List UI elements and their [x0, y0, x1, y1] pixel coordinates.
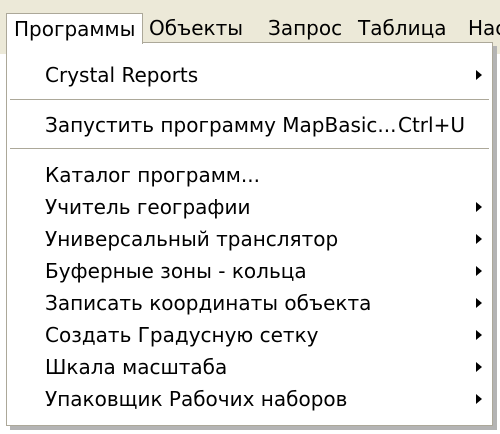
programs-dropdown-menu: Crystal Reports Запустить программу MapB…: [6, 42, 493, 426]
menubar-query-label: Запрос: [268, 16, 343, 40]
menubar-objects-label: Объекты: [149, 16, 244, 40]
menu-separator: [10, 148, 489, 149]
dropdown-shadow-right: [493, 46, 497, 430]
menubar-programs[interactable]: Программы: [6, 13, 144, 44]
menu-item-label: Упаковщик Рабочих наборов: [45, 387, 348, 411]
submenu-arrow-icon: [476, 330, 482, 340]
menu-item-buffer-zones-rings[interactable]: Буферные зоны - кольца: [7, 256, 492, 287]
menubar-table-label: Таблица: [358, 16, 447, 40]
submenu-arrow-icon: [476, 70, 482, 80]
menu-item-universal-translator[interactable]: Универсальный транслятор: [7, 224, 492, 255]
menu-item-label: Создать Градусную сетку: [45, 323, 319, 347]
menubar-settings-label: Нас: [468, 16, 500, 40]
submenu-arrow-icon: [476, 202, 482, 212]
menu-item-label: Универсальный транслятор: [45, 227, 339, 251]
menu-item-geography-teacher[interactable]: Учитель географии: [7, 192, 492, 223]
menu-item-workspace-packer[interactable]: Упаковщик Рабочих наборов: [7, 384, 492, 415]
submenu-arrow-icon: [476, 362, 482, 372]
menu-item-run-mapbasic[interactable]: Запустить программу MapBasic... Ctrl+U: [7, 110, 492, 141]
menubar-query[interactable]: Запрос: [261, 13, 349, 44]
dropdown-shadow-bottom: [10, 426, 497, 430]
menu-item-shortcut: Ctrl+U: [398, 113, 465, 137]
menu-item-label: Учитель географии: [45, 195, 251, 219]
menu-item-label: Буферные зоны - кольца: [45, 259, 307, 283]
menu-item-program-catalog[interactable]: Каталог программ...: [7, 160, 492, 191]
menu-item-label: Шкала масштаба: [45, 355, 228, 379]
menubar-table[interactable]: Таблица: [351, 13, 453, 44]
menu-item-crystal-reports[interactable]: Crystal Reports: [7, 60, 492, 91]
menu-item-create-degree-grid[interactable]: Создать Градусную сетку: [7, 320, 492, 351]
submenu-arrow-icon: [476, 394, 482, 404]
menu-separator: [10, 99, 489, 100]
submenu-arrow-icon: [476, 234, 482, 244]
menubar-settings[interactable]: Нас: [461, 13, 500, 44]
menu-item-label: Каталог программ...: [45, 163, 260, 187]
menu-item-label: Записать координаты объекта: [45, 291, 372, 315]
submenu-arrow-icon: [476, 266, 482, 276]
menu-item-write-object-coordinates[interactable]: Записать координаты объекта: [7, 288, 492, 319]
submenu-arrow-icon: [476, 298, 482, 308]
menubar-objects[interactable]: Объекты: [142, 13, 250, 44]
menubar-programs-label: Программы: [14, 17, 136, 41]
menu-item-scale-bar[interactable]: Шкала масштаба: [7, 352, 492, 383]
application-window: Программы Объекты Запрос Таблица Нас Cry…: [0, 0, 500, 434]
menu-item-label: Crystal Reports: [45, 63, 199, 87]
menu-item-label: Запустить программу MapBasic...: [45, 113, 397, 137]
